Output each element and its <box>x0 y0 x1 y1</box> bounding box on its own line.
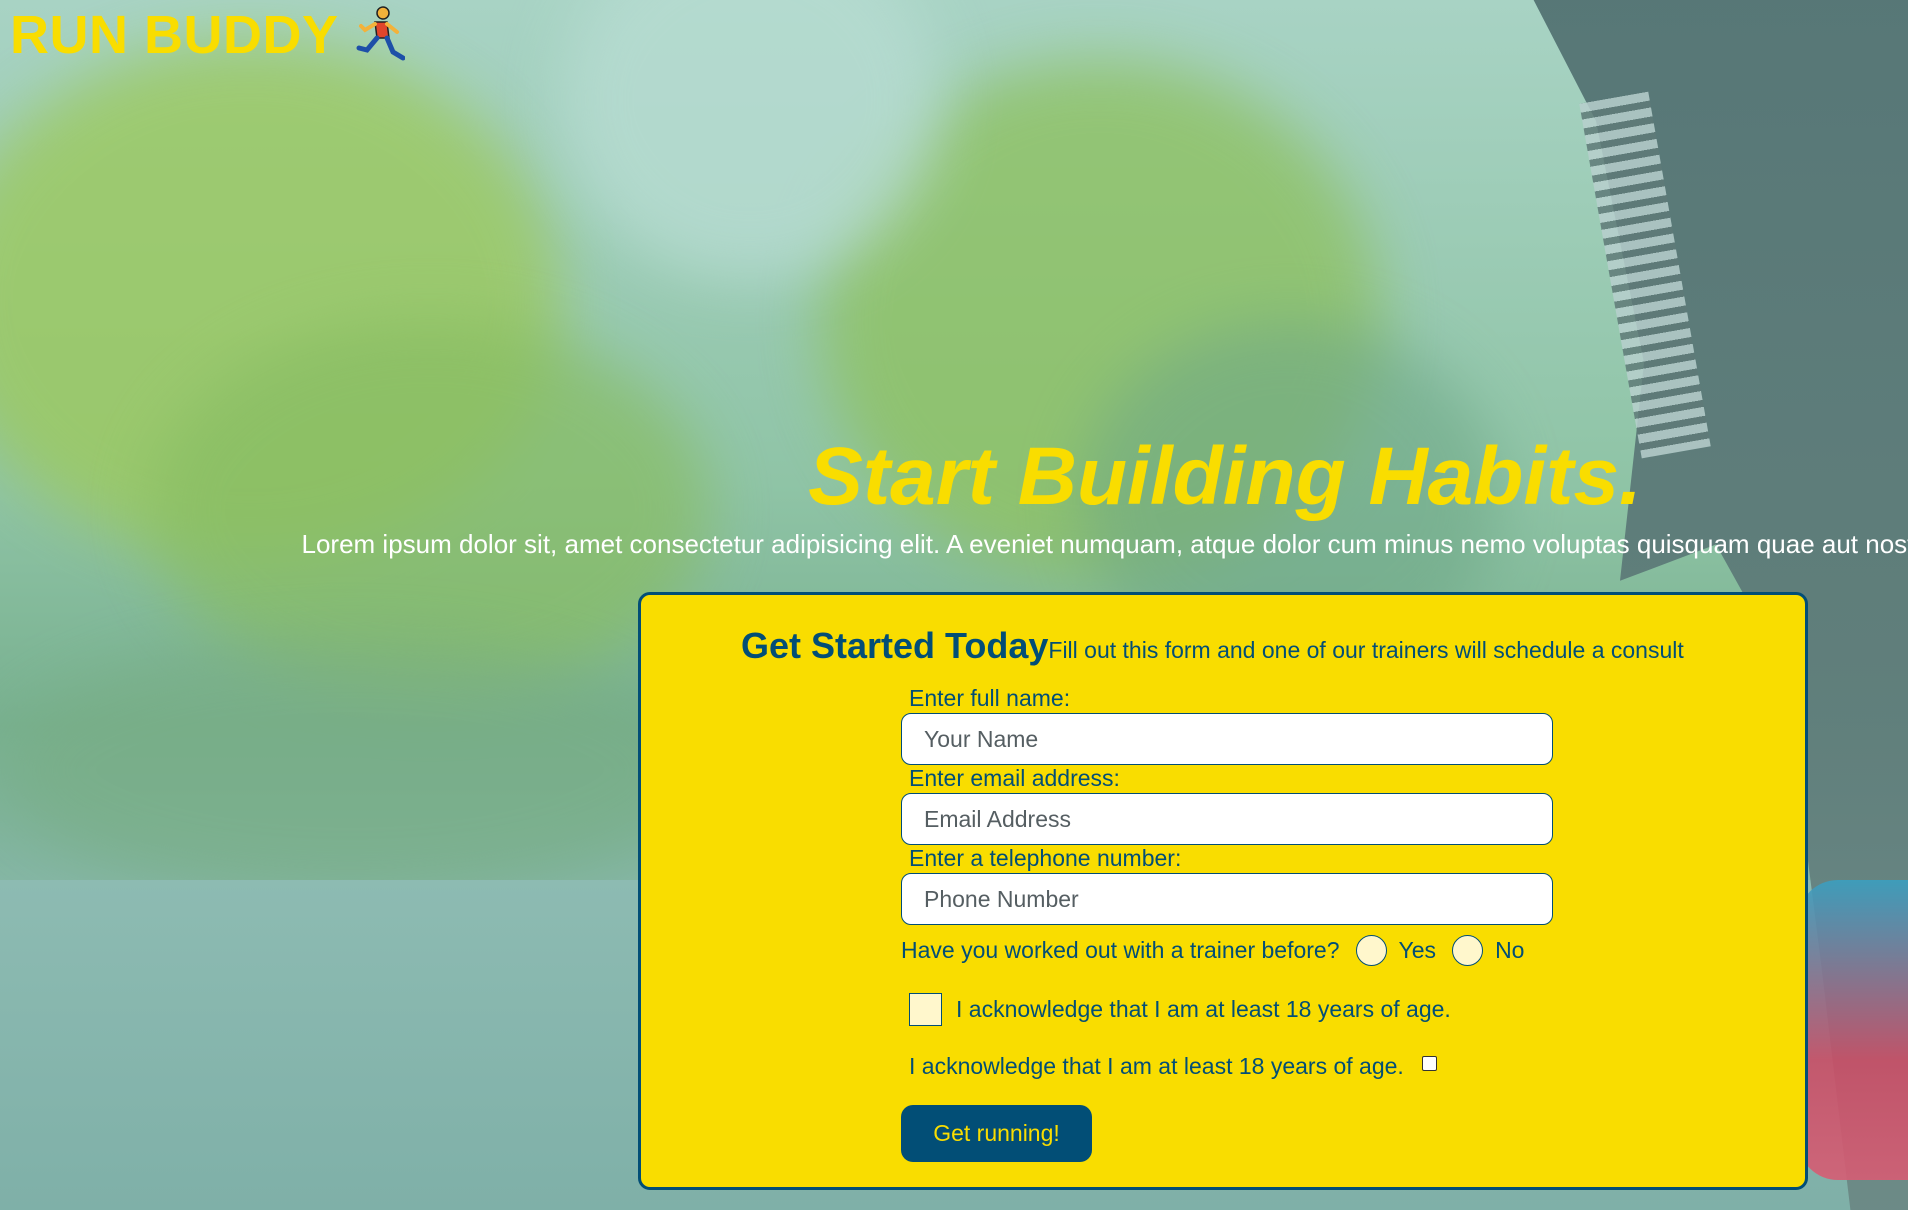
trainer-yes-label[interactable]: Yes <box>1399 937 1437 964</box>
email-field[interactable] <box>901 793 1553 845</box>
name-label: Enter full name: <box>909 685 1071 711</box>
age-acknowledge-row-1: I acknowledge that I am at least 18 year… <box>909 993 1451 1026</box>
email-label: Enter email address: <box>909 765 1120 791</box>
signup-form: Get Started Today Fill out this form and… <box>638 592 1808 1190</box>
age-acknowledge-label-2[interactable]: I acknowledge that I am at least 18 year… <box>909 1053 1404 1080</box>
form-header: Get Started Today Fill out this form and… <box>741 625 1684 667</box>
trainer-question-row: Have you worked out with a trainer befor… <box>901 935 1524 966</box>
hero-title: Start Building Habits. <box>808 431 1642 522</box>
trainer-question: Have you worked out with a trainer befor… <box>901 937 1340 963</box>
trainer-no-label[interactable]: No <box>1495 937 1524 964</box>
age-acknowledge-checkbox-1[interactable] <box>909 993 942 1026</box>
age-acknowledge-checkbox-2[interactable] <box>1421 1056 1437 1071</box>
form-heading: Get Started Today <box>741 625 1049 666</box>
form-subheading: Fill out this form and one of our traine… <box>1048 637 1684 663</box>
phone-label: Enter a telephone number: <box>909 845 1182 871</box>
phone-field[interactable] <box>901 873 1553 925</box>
get-running-button[interactable]: Get running! <box>901 1105 1092 1162</box>
age-acknowledge-label-1[interactable]: I acknowledge that I am at least 18 year… <box>956 996 1451 1023</box>
trainer-yes-radio[interactable] <box>1355 935 1387 966</box>
trainer-no-radio[interactable] <box>1452 935 1484 966</box>
age-acknowledge-row-2: I acknowledge that I am at least 18 year… <box>909 1053 1437 1080</box>
hero-description: Lorem ipsum dolor sit, amet consectetur … <box>301 529 1908 559</box>
name-field[interactable] <box>901 713 1553 765</box>
